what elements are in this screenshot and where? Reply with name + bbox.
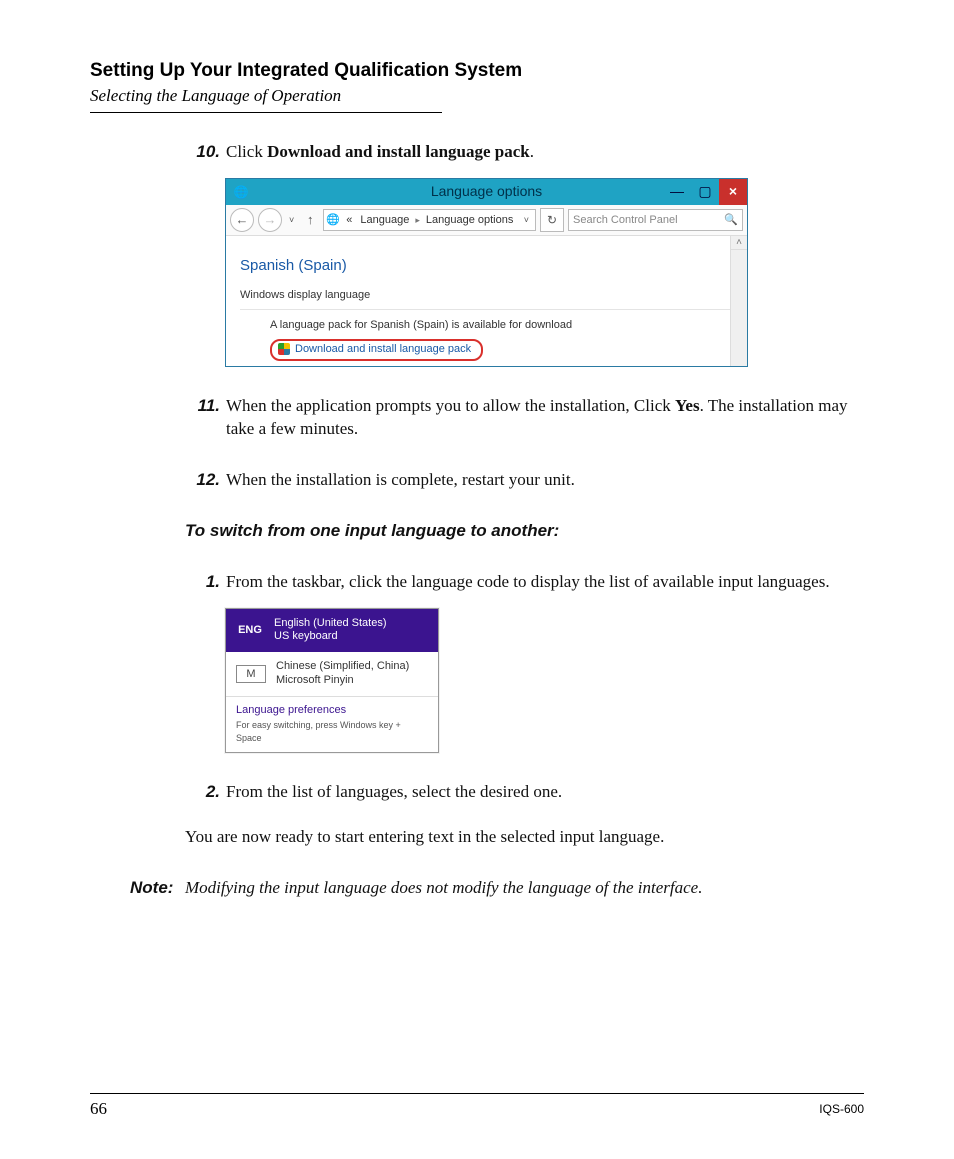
note: Note: Modifying the input language does … [130, 877, 864, 900]
note-text: Modifying the input language does not mo… [185, 877, 864, 900]
flyout-footer: Language preferences For easy switching,… [226, 696, 438, 752]
window-content: ˄ Spanish (Spain) Windows display langua… [226, 236, 747, 366]
keyboard-layout: US keyboard [274, 630, 387, 644]
maximize-button[interactable]: ▢ [691, 179, 719, 205]
switch-hint: For easy switching, press Windows key + … [236, 719, 428, 743]
minimize-button[interactable]: — [663, 179, 691, 205]
breadcrumb-seg2[interactable]: Language options [422, 213, 517, 228]
subheading-switch-input-language: To switch from one input language to ano… [185, 520, 864, 543]
breadcrumb-arrow-icon: ▸ [413, 214, 422, 226]
download-link-text: Download and install language pack [295, 342, 471, 357]
step-number: 12. [185, 469, 226, 492]
step-number: 11. [185, 395, 226, 441]
history-dropdown-icon[interactable]: ˅ [286, 214, 297, 226]
step-text: When the application prompts you to allo… [226, 396, 675, 415]
scrollbar[interactable]: ˄ [730, 236, 747, 366]
refresh-button[interactable]: ↻ [540, 208, 564, 232]
step-text: From the list of languages, select the d… [226, 781, 864, 804]
breadcrumb-seg1[interactable]: Language [356, 213, 413, 228]
substep-2: 2. From the list of languages, select th… [185, 781, 864, 804]
step-number: 1. [185, 571, 226, 594]
window-titlebar: 🌐 Language options — ▢ × [226, 179, 747, 205]
globe-icon: 🌐 [324, 213, 342, 228]
section-title: Selecting the Language of Operation [90, 86, 864, 106]
header-rule [90, 112, 442, 113]
language-code: M [236, 665, 266, 683]
step-text: Click [226, 142, 267, 161]
back-button[interactable]: ← [230, 208, 254, 232]
note-label: Note: [130, 877, 185, 900]
search-control-panel[interactable]: Search Control Panel 🔍 [568, 209, 743, 231]
chapter-title: Setting Up Your Integrated Qualification… [90, 60, 864, 82]
language-preferences-link[interactable]: Language preferences [236, 703, 428, 718]
step-11: 11. When the application prompts you to … [185, 395, 864, 441]
product-model: IQS-600 [819, 1102, 864, 1116]
page-footer: 66 IQS-600 [90, 1093, 864, 1119]
breadcrumb-sep: « [342, 213, 356, 228]
download-install-language-pack-link[interactable]: Download and install language pack [270, 339, 483, 361]
up-button[interactable]: ↑ [301, 211, 319, 229]
close-button[interactable]: × [719, 179, 747, 205]
step-10: 10. Click Download and install language … [185, 141, 864, 164]
substep-1: 1. From the taskbar, click the language … [185, 571, 864, 594]
step-text: From the taskbar, click the language cod… [226, 571, 864, 594]
language-pack-available-text: A language pack for Spanish (Spain) is a… [270, 318, 733, 333]
step-tail: . [530, 142, 534, 161]
shield-icon [278, 343, 290, 355]
search-icon: 🔍 [724, 213, 738, 228]
address-dropdown-icon[interactable]: ˅ [518, 214, 535, 226]
forward-button[interactable]: → [258, 208, 282, 232]
step-number: 2. [185, 781, 226, 804]
language-heading: Spanish (Spain) [240, 256, 733, 276]
language-name: Chinese (Simplified, China) [276, 660, 409, 674]
input-language-item[interactable]: M Chinese (Simplified, China) Microsoft … [226, 652, 438, 696]
input-language-item-selected[interactable]: ENG English (United States) US keyboard [226, 609, 438, 653]
screenshot-input-language-flyout: ENG English (United States) US keyboard … [225, 608, 439, 753]
step-bold: Yes [675, 396, 700, 415]
scroll-up-icon[interactable]: ˄ [731, 236, 747, 251]
step-12: 12. When the installation is complete, r… [185, 469, 864, 492]
breadcrumb-address[interactable]: 🌐 « Language ▸ Language options ˅ [323, 209, 536, 231]
keyboard-layout: Microsoft Pinyin [276, 674, 409, 688]
language-name: English (United States) [274, 617, 387, 631]
step-bold: Download and install language pack [267, 142, 530, 161]
search-placeholder: Search Control Panel [573, 213, 678, 228]
display-language-label: Windows display language [240, 288, 733, 310]
screenshot-language-options: 🌐 Language options — ▢ × ← → ˅ ↑ 🌐 « Lan… [225, 178, 748, 367]
step-text: When the installation is complete, resta… [226, 469, 864, 492]
closing-paragraph: You are now ready to start entering text… [185, 826, 864, 849]
page-number: 66 [90, 1099, 107, 1119]
address-bar-row: ← → ˅ ↑ 🌐 « Language ▸ Language options … [226, 205, 747, 236]
step-number: 10. [185, 141, 226, 164]
footer-rule [90, 1093, 864, 1094]
language-code: ENG [236, 623, 264, 638]
